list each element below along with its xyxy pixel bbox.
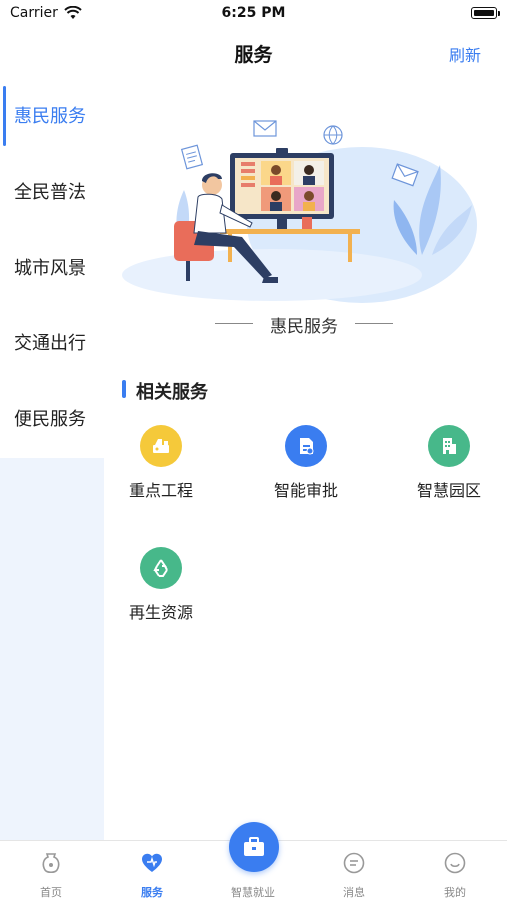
smile-icon <box>444 852 466 874</box>
construction-icon <box>140 425 182 467</box>
tab-label: 消息 <box>343 886 365 899</box>
sidebar-item-jiaotong[interactable]: 交通出行 <box>0 313 104 375</box>
banner-illustration <box>122 120 477 303</box>
tab-label: 智慧就业 <box>231 886 275 899</box>
briefcase-icon <box>244 837 264 856</box>
sidebar-background <box>0 458 104 840</box>
banner-caption: 惠民服务 <box>270 317 338 337</box>
service-label: 智能审批 <box>273 481 338 500</box>
heart-icon <box>142 853 162 872</box>
vase-icon <box>42 853 60 874</box>
service-label: 智慧园区 <box>416 481 481 500</box>
tab-messages[interactable]: 消息 <box>304 841 404 901</box>
sidebar-item-fengjing[interactable]: 城市风景 <box>0 238 104 300</box>
service-label: 再生资源 <box>128 603 193 622</box>
service-zhongdian-gongcheng[interactable]: 重点工程 <box>101 425 221 515</box>
message-icon <box>343 852 365 874</box>
service-zhihui-yuanqu[interactable]: 智慧园区 <box>389 425 507 515</box>
banner-caption-row: 惠民服务 <box>215 312 393 337</box>
employment-center-button[interactable] <box>229 822 279 872</box>
tab-label: 服务 <box>141 886 163 899</box>
approval-document-icon <box>285 425 327 467</box>
tab-home[interactable]: 首页 <box>1 841 101 901</box>
section-title: 相关服务 <box>136 382 208 403</box>
recycle-icon <box>140 547 182 589</box>
status-bar: Carrier 6:25 PM <box>0 0 507 28</box>
battery-icon <box>471 7 497 19</box>
sidebar-item-huimin[interactable]: 惠民服务 <box>0 86 104 148</box>
tab-service[interactable]: 服务 <box>102 841 202 901</box>
service-label: 重点工程 <box>128 481 193 500</box>
section-accent-bar <box>122 380 126 398</box>
page-title: 服务 <box>234 44 273 66</box>
refresh-button[interactable]: 刷新 <box>449 42 481 66</box>
service-zhineng-shenpi[interactable]: 智能审批 <box>246 425 366 515</box>
tab-label: 首页 <box>40 886 62 899</box>
service-zaisheng-ziyuan[interactable]: 再生资源 <box>101 547 221 637</box>
sidebar-item-bianmin[interactable]: 便民服务 <box>0 389 104 451</box>
tab-label: 我的 <box>444 886 466 899</box>
sidebar-item-pufa[interactable]: 全民普法 <box>0 162 104 224</box>
divider-right <box>355 323 393 324</box>
tab-profile[interactable]: 我的 <box>405 841 505 901</box>
building-park-icon <box>428 425 470 467</box>
clock: 6:25 PM <box>221 5 286 21</box>
battery-tip <box>498 11 500 16</box>
